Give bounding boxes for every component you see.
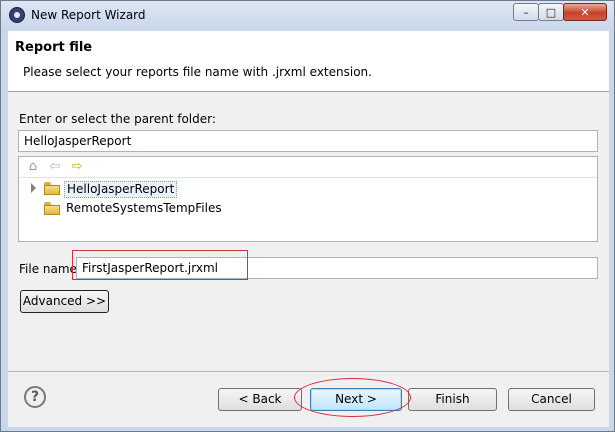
- forward-arrow-icon[interactable]: ⇨: [69, 159, 85, 175]
- back-arrow-icon[interactable]: ⇦: [47, 159, 63, 175]
- folder-icon: [44, 202, 60, 215]
- eclipse-app-icon: [9, 7, 25, 23]
- finish-button[interactable]: Finish: [408, 388, 497, 411]
- page-description: Please select your reports file name wit…: [23, 65, 372, 79]
- file-name-input[interactable]: FirstJasperReport.jrxml: [76, 257, 598, 279]
- page-title: Report file: [15, 40, 93, 55]
- tree-item-label: HelloJasperReport: [64, 181, 178, 198]
- wizard-banner: Report file Please select your reports f…: [8, 31, 609, 92]
- minimize-button[interactable]: –: [513, 3, 539, 21]
- file-name-label: File name:: [19, 262, 81, 276]
- next-button[interactable]: Next >: [310, 388, 402, 411]
- parent-folder-input[interactable]: HelloJasperReport: [18, 130, 598, 152]
- wizard-footer: ? < Back Next > Finish Cancel: [8, 371, 609, 427]
- wizard-window: New Report Wizard – □ ✕ Report file Plea…: [0, 0, 615, 432]
- wizard-body: Enter or select the parent folder: Hello…: [8, 92, 609, 371]
- maximize-button[interactable]: □: [538, 3, 564, 21]
- back-button[interactable]: < Back: [218, 388, 302, 411]
- title-bar[interactable]: New Report Wizard – □ ✕: [1, 1, 614, 30]
- tree-item-label: RemoteSystemsTempFiles: [66, 201, 222, 215]
- close-button[interactable]: ✕: [563, 3, 607, 21]
- folder-icon: [44, 182, 60, 195]
- cancel-button[interactable]: Cancel: [508, 388, 595, 411]
- tree-toolbar: ⌂ ⇦ ⇨: [19, 157, 597, 178]
- help-icon[interactable]: ?: [24, 386, 46, 408]
- folder-tree[interactable]: ⌂ ⇦ ⇨ HelloJasperReport RemoteSystemsTem…: [18, 156, 598, 242]
- window-title: New Report Wizard: [31, 8, 146, 22]
- home-icon[interactable]: ⌂: [25, 159, 41, 175]
- expand-arrow-icon[interactable]: [31, 183, 36, 193]
- advanced-button[interactable]: Advanced >>: [20, 290, 109, 313]
- parent-folder-label: Enter or select the parent folder:: [19, 112, 216, 126]
